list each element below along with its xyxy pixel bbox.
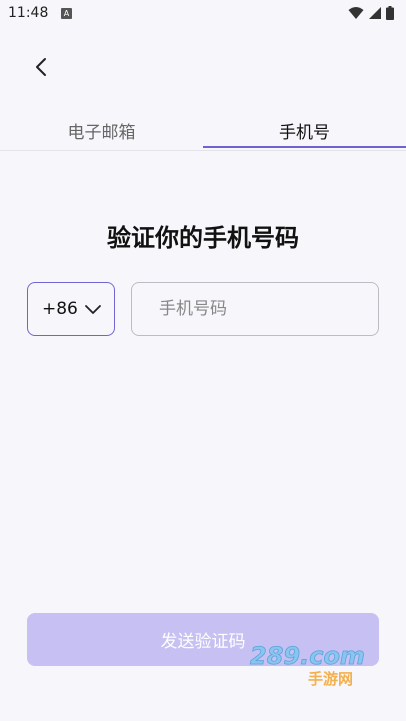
send-verification-code-button[interactable]: 发送验证码 [27, 613, 379, 666]
notification-icon: A [61, 8, 72, 19]
cellular-signal-icon [369, 7, 381, 19]
country-code-value: +86 [42, 299, 78, 319]
chevron-down-icon [84, 304, 102, 315]
back-button[interactable] [26, 52, 56, 82]
tab-phone-label: 手机号 [279, 122, 330, 143]
login-method-tabs: 电子邮箱 手机号 [0, 110, 406, 151]
page-title: 验证你的手机号码 [107, 224, 299, 252]
status-time: 11:48 [8, 5, 49, 21]
wifi-icon [348, 7, 364, 19]
phone-number-input[interactable] [131, 282, 379, 336]
watermark-caption: 手游网 [308, 670, 353, 688]
status-bar: 11:48 A [0, 0, 406, 28]
tab-email-label: 电子邮箱 [67, 122, 136, 143]
chevron-left-icon [36, 58, 46, 76]
status-icons [348, 6, 394, 20]
battery-icon [386, 6, 394, 20]
tab-email[interactable]: 电子邮箱 [0, 110, 203, 150]
active-tab-indicator [203, 146, 406, 148]
country-code-select[interactable]: +86 [27, 282, 115, 336]
tab-phone[interactable]: 手机号 [203, 110, 406, 150]
